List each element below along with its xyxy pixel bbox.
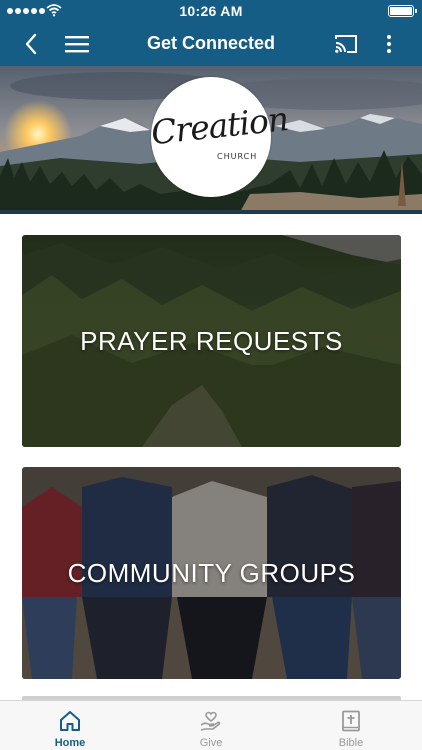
cast-button[interactable] — [330, 22, 362, 66]
tab-bible[interactable]: Bible — [311, 701, 391, 750]
tab-give[interactable]: Give — [171, 701, 251, 750]
home-icon — [60, 711, 80, 731]
app-screen: 10:26 AM Get Connected Creation CHURCH P… — [0, 0, 422, 750]
tab-bible-label: Bible — [338, 737, 364, 749]
tab-home[interactable]: Home — [30, 701, 110, 750]
church-logo: Creation CHURCH — [149, 77, 290, 197]
prayer-requests-card[interactable]: PRAYER REQUESTS — [22, 235, 401, 447]
community-groups-card[interactable]: COMMUNITY GROUPS — [22, 467, 401, 679]
logo-wordmark: Creation — [149, 99, 290, 153]
status-bar: 10:26 AM — [0, 0, 422, 22]
tab-home-label: Home — [54, 737, 86, 749]
give-hand-heart-icon — [200, 711, 221, 731]
community-groups-label: COMMUNITY GROUPS — [67, 557, 356, 588]
banner-divider — [0, 210, 422, 214]
nav-bar: Get Connected — [0, 22, 422, 66]
tab-give-label: Give — [199, 737, 223, 749]
battery-icon — [388, 5, 417, 17]
bible-cross-icon — [342, 710, 360, 732]
bottom-tab-bar: Home Give Bible — [0, 700, 422, 750]
prayer-requests-label: PRAYER REQUESTS — [80, 325, 343, 356]
more-button[interactable] — [376, 22, 402, 66]
cast-icon — [335, 35, 357, 53]
status-time: 10:26 AM — [179, 3, 243, 19]
more-vertical-icon — [386, 34, 392, 54]
header-banner: Creation CHURCH — [0, 66, 422, 212]
logo-subtext: CHURCH — [217, 152, 258, 161]
